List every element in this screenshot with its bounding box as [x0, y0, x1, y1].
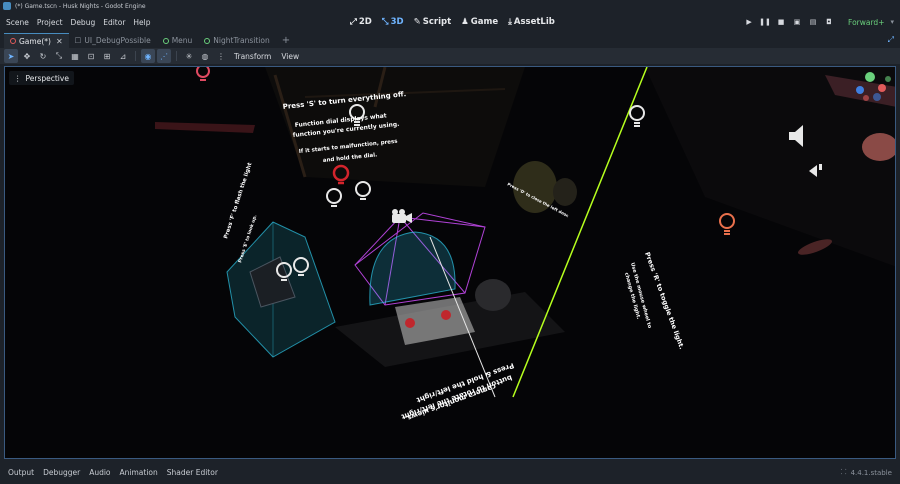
camera-object: [475, 279, 511, 311]
control-node-icon: [162, 37, 169, 44]
ruler-icon[interactable]: ⊿: [116, 49, 130, 63]
tab-ui-debugpossible[interactable]: ☐ UI_DebugPossible: [69, 33, 157, 48]
view-menu[interactable]: View: [277, 52, 303, 61]
play-scene-icon[interactable]: ▣: [792, 17, 802, 27]
snap-icon[interactable]: ⋰: [157, 49, 171, 63]
title-bar: (*) Game.tscn - Husk Nights - Godot Engi…: [0, 0, 900, 12]
godot-logo-icon: [3, 2, 11, 10]
tab-menu[interactable]: Menu: [157, 33, 199, 48]
renderer-select[interactable]: Forward+: [848, 18, 884, 27]
separator: [176, 51, 177, 61]
scene-3d-icon: [10, 38, 16, 44]
window-title: (*) Game.tscn - Husk Nights - Godot Engi…: [15, 2, 146, 10]
pause-icon[interactable]: ❚❚: [759, 17, 771, 27]
workspace-script-button[interactable]: ✎ Script: [414, 17, 452, 27]
tab-game[interactable]: Game(*) ✕: [4, 33, 69, 48]
3d-icon: ⤡: [381, 17, 389, 27]
hint-light-text: Press 'R' to toggle the light.: [643, 251, 686, 350]
bottom-tab-audio[interactable]: Audio: [89, 468, 110, 477]
menu-project[interactable]: Project: [37, 18, 63, 27]
chevron-down-icon[interactable]: ▾: [890, 18, 894, 26]
rotate-tool-icon[interactable]: ↻: [36, 49, 50, 63]
viewport-toolbar: ➤ ✥ ↻ ⤡ ▦ ⊡ ⊞ ⊿ ◉ ⋰ ✳ ◍ ⋮ Transform View: [0, 48, 900, 64]
workspace-2d-button[interactable]: ⤢ 2D: [350, 17, 372, 27]
move-tool-icon[interactable]: ✥: [20, 49, 34, 63]
lock-icon[interactable]: ⊡: [84, 49, 98, 63]
tab-nighttransition[interactable]: NightTransition: [198, 33, 275, 48]
scene-tab-bar: Game(*) ✕ ☐ UI_DebugPossible Menu NightT…: [0, 32, 900, 48]
select-tool-icon[interactable]: ➤: [4, 49, 18, 63]
script-icon: ✎: [413, 17, 421, 27]
menu-scene[interactable]: Scene: [6, 18, 29, 27]
sun-preview-icon[interactable]: ✳: [182, 49, 196, 63]
more-options-icon: ⋮: [14, 73, 22, 83]
transform-menu[interactable]: Transform: [230, 52, 275, 61]
group-icon[interactable]: ⊞: [100, 49, 114, 63]
omni-light-icon: [629, 105, 645, 127]
separator: [135, 51, 136, 61]
bottom-tab-output[interactable]: Output: [8, 468, 34, 477]
script-file-icon: ☐: [74, 36, 82, 45]
omni-light-icon: [355, 181, 371, 200]
stop-icon[interactable]: ■: [776, 17, 786, 27]
local-space-icon[interactable]: ◉: [141, 49, 155, 63]
update-spinner-icon[interactable]: ⸬: [841, 468, 847, 477]
spot-light-icon: [196, 67, 210, 81]
play-custom-icon[interactable]: ▤: [808, 17, 818, 27]
play-icon[interactable]: ▶: [744, 17, 754, 27]
menu-debug[interactable]: Debug: [71, 18, 96, 27]
camera-icon: [392, 209, 412, 223]
frustum-edge: [399, 216, 486, 228]
red-button: [441, 310, 451, 320]
omni-light-icon: [326, 188, 342, 207]
add-tab-button[interactable]: +: [276, 33, 296, 48]
menu-help[interactable]: Help: [133, 18, 150, 27]
red-button: [405, 318, 415, 328]
workspace-game-button[interactable]: ♟ Game: [461, 17, 498, 27]
movie-maker-icon[interactable]: ◘: [824, 17, 834, 27]
distraction-free-icon[interactable]: ⤢: [888, 35, 894, 45]
workspace-3d-button[interactable]: ⤡ 3D: [382, 17, 404, 27]
menu-bar: Scene Project Debug Editor Help ⤢ 2D ⤡ 3D …: [0, 12, 900, 32]
control-node-icon: [204, 37, 211, 44]
perspective-menu-button[interactable]: ⋮ Perspective: [9, 71, 74, 85]
environment-preview-icon[interactable]: ◍: [198, 49, 212, 63]
menu-editor[interactable]: Editor: [103, 18, 125, 27]
2d-icon: ⤢: [350, 17, 357, 27]
game-icon: ♟: [461, 17, 469, 27]
download-icon: ⤓: [508, 17, 512, 27]
scale-tool-icon[interactable]: ⤡: [52, 49, 66, 63]
bottom-tab-animation[interactable]: Animation: [120, 468, 158, 477]
yellow-lamp-shade: [553, 178, 577, 206]
workspace-assetlib-button[interactable]: ⤓ AssetLib: [508, 17, 555, 27]
3d-viewport[interactable]: Press 'S' to turn everything off. Functi…: [4, 66, 896, 459]
bottom-tab-debugger[interactable]: Debugger: [43, 468, 80, 477]
bottom-panel-bar: Output Debugger Audio Animation Shader E…: [0, 461, 900, 484]
pink-object: [797, 239, 833, 255]
more-options-icon[interactable]: ⋮: [214, 49, 228, 63]
red-shelf: [155, 122, 255, 133]
bottom-tab-shader-editor[interactable]: Shader Editor: [167, 468, 218, 477]
selectable-nodes-icon[interactable]: ▦: [68, 49, 82, 63]
viewport-scene: Press 'S' to turn everything off. Functi…: [155, 67, 895, 423]
close-icon[interactable]: ✕: [56, 37, 63, 46]
version-label: 4.4.1.stable: [850, 468, 892, 477]
raycast-line: [512, 67, 648, 398]
spot-light-icon: [719, 213, 735, 235]
